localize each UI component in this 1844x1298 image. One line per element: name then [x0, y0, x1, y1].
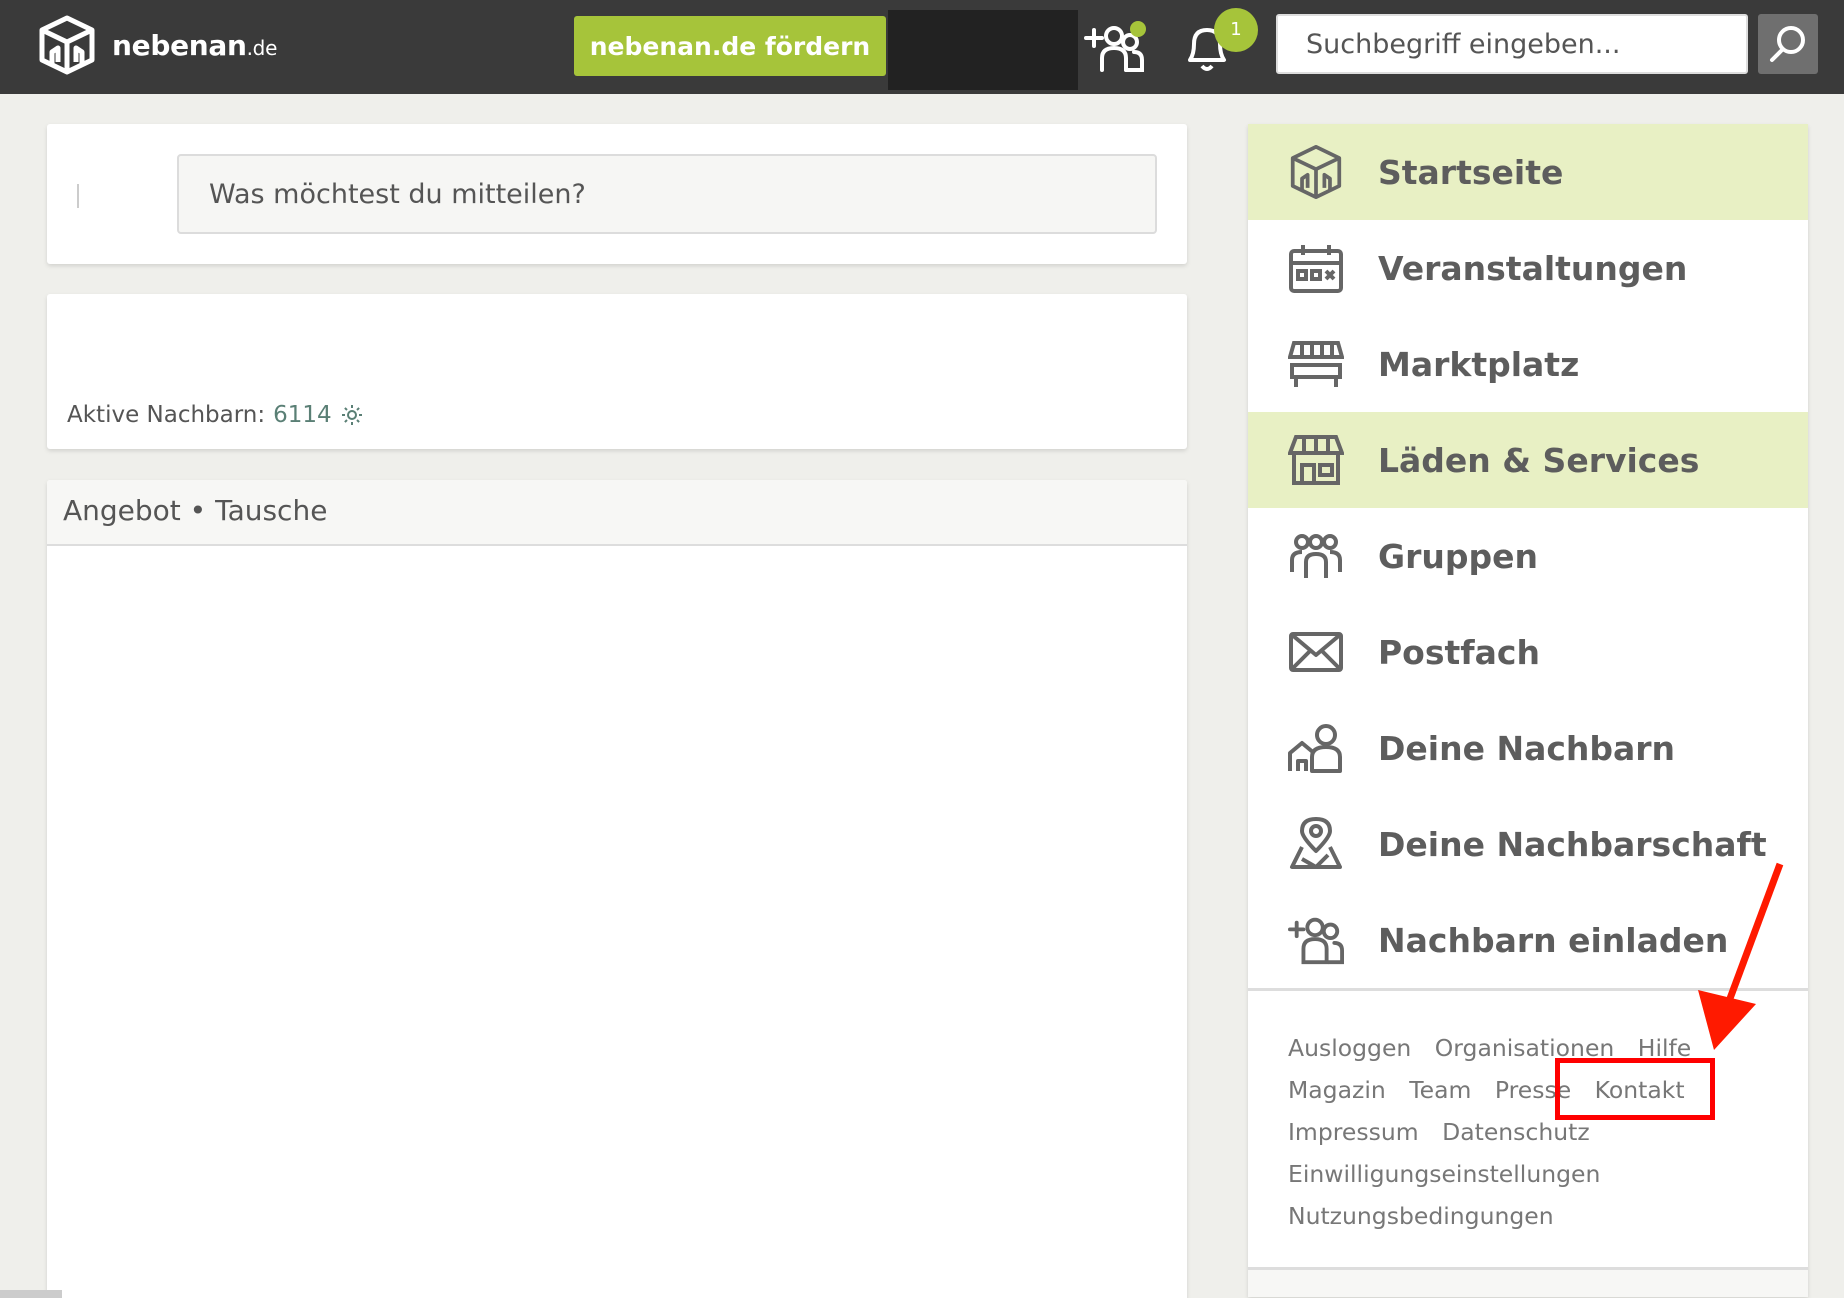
logo-text: nebenan.de — [112, 28, 278, 62]
compose-card — [47, 124, 1187, 264]
compose-input[interactable] — [177, 154, 1157, 234]
link-ausloggen[interactable]: Ausloggen — [1288, 1034, 1411, 1062]
link-einwilligungseinstellungen[interactable]: Einwilligungseinstellungen — [1288, 1160, 1600, 1188]
neighborhood-stats-card: Aktive Nachbarn: 6114 — [47, 294, 1187, 449]
link-team[interactable]: Team — [1409, 1076, 1471, 1104]
sidebar-item-label: Läden & Services — [1378, 440, 1700, 480]
sidebar-item-marktplatz[interactable]: Marktplatz — [1248, 316, 1808, 412]
link-nutzungsbedingungen[interactable]: Nutzungsbedingungen — [1288, 1202, 1554, 1230]
sidebar-item-startseite[interactable]: Startseite — [1248, 124, 1808, 220]
map-pin-icon — [1288, 816, 1344, 872]
donate-button[interactable]: nebenan.de fördern — [574, 16, 886, 76]
sidebar-item-label: Marktplatz — [1378, 344, 1580, 384]
logo-icon — [39, 15, 95, 75]
invite-neighbors-icon[interactable] — [1082, 20, 1148, 78]
logo[interactable]: nebenan.de — [38, 14, 277, 76]
sidebar-bottom-divider — [1248, 1267, 1808, 1297]
sidebar-item-label: Veranstaltungen — [1378, 248, 1688, 288]
gear-icon[interactable] — [340, 403, 364, 427]
search-icon — [1770, 26, 1805, 62]
shop-icon — [1288, 432, 1344, 488]
sidebar-item-deine-nachbarn[interactable]: Deine Nachbarn — [1248, 700, 1808, 796]
annotation-arrow-icon — [1698, 862, 1784, 1050]
sidebar-item-label: Deine Nachbarschaft — [1378, 824, 1767, 864]
kontakt-highlight-box — [1555, 1058, 1715, 1120]
sidebar-item-label: Nachbarn einladen — [1378, 920, 1729, 960]
active-neighbors-stat: Aktive Nachbarn: 6114 — [67, 402, 364, 428]
sidebar-item-label: Startseite — [1378, 152, 1564, 192]
envelope-icon — [1288, 624, 1344, 680]
search-input[interactable] — [1276, 14, 1748, 74]
avatar — [77, 184, 79, 208]
sidebar-item-label: Postfach — [1378, 632, 1540, 672]
sidebar-item-label: Deine Nachbarn — [1378, 728, 1676, 768]
link-datenschutz[interactable]: Datenschutz — [1442, 1118, 1590, 1146]
sidebar-navigation: Startseite Veranstaltungen Marktplatz Lä… — [1248, 124, 1808, 1297]
sidebar-item-label: Gruppen — [1378, 536, 1538, 576]
link-magazin[interactable]: Magazin — [1288, 1076, 1386, 1104]
feed-post-card: Angebot • Tausche — [47, 480, 1187, 1298]
sidebar-item-gruppen[interactable]: Gruppen — [1248, 508, 1808, 604]
home-icon — [1288, 144, 1344, 200]
post-category-heading: Angebot • Tausche — [47, 480, 1187, 546]
group-icon — [1288, 528, 1344, 584]
search-button[interactable] — [1758, 14, 1818, 74]
horizontal-scrollbar[interactable] — [0, 1290, 62, 1298]
calendar-icon — [1288, 240, 1344, 296]
sidebar-item-postfach[interactable]: Postfach — [1248, 604, 1808, 700]
redacted-area — [888, 10, 1078, 90]
sidebar-item-veranstaltungen[interactable]: Veranstaltungen — [1248, 220, 1808, 316]
sidebar-item-laeden-services[interactable]: Läden & Services — [1248, 412, 1808, 508]
link-impressum[interactable]: Impressum — [1288, 1118, 1419, 1146]
invite-icon — [1288, 912, 1344, 968]
notification-badge: 1 — [1214, 8, 1258, 52]
active-neighbors-value: 6114 — [273, 402, 332, 428]
neighbors-icon — [1288, 720, 1344, 776]
active-neighbors-label: Aktive Nachbarn: — [67, 402, 266, 428]
market-stall-icon — [1288, 336, 1344, 392]
top-navigation-bar: nebenan.de nebenan.de fördern 1 — [0, 0, 1844, 94]
